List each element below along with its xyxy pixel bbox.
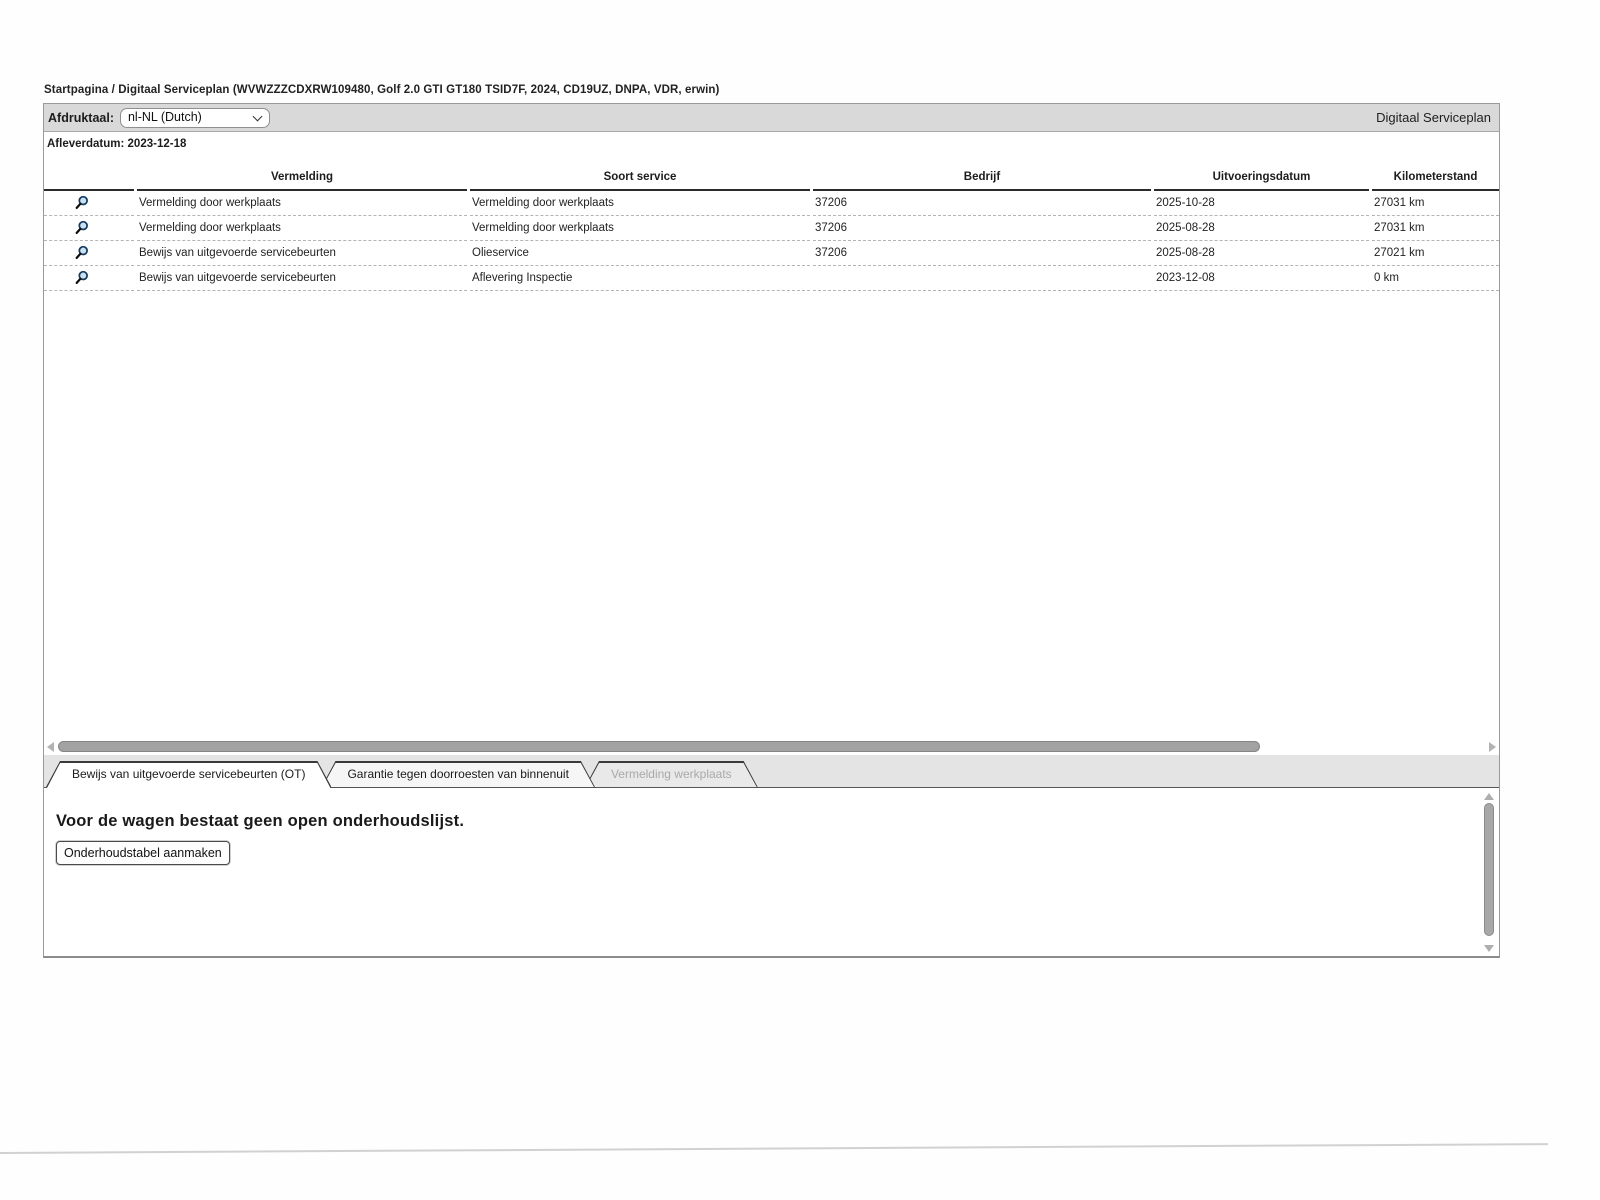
table-row: Vermelding door werkplaats Vermelding do… <box>44 216 1499 241</box>
cell-bedrijf: 37206 <box>813 191 1151 216</box>
tab[interactable]: Vermelding werkplaats <box>585 761 758 787</box>
table-row: Bewijs van uitgevoerde servicebeurten Ol… <box>44 241 1499 266</box>
cell-uitvoeringsdatum: 2025-08-28 <box>1154 241 1369 266</box>
table-column-header: Kilometerstand <box>1372 171 1499 191</box>
print-language-select[interactable]: nl-NL (Dutch) <box>119 107 270 128</box>
scan-artifact-line <box>0 1143 1548 1154</box>
table-column-header: Vermelding <box>137 171 467 191</box>
cell-vermelding: Bewijs van uitgevoerde servicebeurten <box>137 241 467 266</box>
table-row: Bewijs van uitgevoerde servicebeurten Af… <box>44 266 1499 291</box>
table-empty-area <box>44 291 1499 738</box>
cell-vermelding: Vermelding door werkplaats <box>137 191 467 216</box>
maintenance-panel: Voor de wagen bestaat geen open onderhou… <box>44 788 1499 956</box>
cell-soort-service: Aflevering Inspectie <box>470 266 810 291</box>
no-open-maintenance-message: Voor de wagen bestaat geen open onderhou… <box>56 812 465 830</box>
vertical-scrollbar-thumb[interactable] <box>1484 803 1494 937</box>
magnifier-icon[interactable] <box>74 270 89 286</box>
tab-strip: Bewijs van uitgevoerde servicebeurten (O… <box>44 755 1499 788</box>
scroll-right-icon[interactable] <box>1489 741 1496 752</box>
tab-label: Vermelding werkplaats <box>610 767 732 781</box>
vertical-scrollbar-track[interactable] <box>1482 803 1496 942</box>
cell-kilometerstand: 27031 km <box>1372 191 1499 216</box>
tab-label: Garantie tegen doorroesten van binnenuit <box>347 767 569 781</box>
tab[interactable]: Bewijs van uitgevoerde servicebeurten (O… <box>46 761 331 787</box>
horizontal-scrollbar-thumb[interactable] <box>58 741 1261 752</box>
magnifier-icon[interactable] <box>74 220 89 236</box>
scroll-down-icon[interactable] <box>1484 945 1494 952</box>
delivery-date: Afleverdatum: 2023-12-18 <box>44 132 1499 155</box>
cell-kilometerstand: 0 km <box>1372 266 1499 291</box>
cell-uitvoeringsdatum: 2025-08-28 <box>1154 216 1369 241</box>
cell-bedrijf: 37206 <box>813 216 1151 241</box>
breadcrumb[interactable]: Startpagina / Digitaal Serviceplan (WVWZ… <box>44 84 719 96</box>
cell-bedrijf: 37206 <box>813 241 1151 266</box>
cell-uitvoeringsdatum: 2025-10-28 <box>1154 191 1369 216</box>
service-table: Vermelding door werkplaats Vermelding do… <box>44 191 1499 291</box>
cell-soort-service: Vermelding door werkplaats <box>470 216 810 241</box>
serviceplan-window: Afdruktaal: nl-NL (Dutch) Digitaal Servi… <box>43 103 1500 958</box>
table-column-header: Uitvoeringsdatum <box>1154 171 1369 191</box>
cell-vermelding: Bewijs van uitgevoerde servicebeurten <box>137 266 467 291</box>
vertical-scrollbar[interactable] <box>1482 793 1496 952</box>
delivery-date-value: 2023-12-18 <box>127 137 187 150</box>
horizontal-scrollbar-track[interactable] <box>56 741 1487 752</box>
magnifier-icon[interactable] <box>74 245 89 261</box>
horizontal-scrollbar[interactable] <box>44 738 1499 755</box>
table-column-header: Soort service <box>470 171 810 191</box>
cell-bedrijf <box>813 266 1151 291</box>
cell-soort-service: Olieservice <box>470 241 810 266</box>
table-header: Vermelding Soort service Bedrijf Uitvoer… <box>44 155 1499 191</box>
create-maintenance-table-button[interactable]: Onderhoudstabel aanmaken <box>56 841 230 865</box>
scroll-left-icon[interactable] <box>47 741 54 752</box>
table-header-icon-col <box>44 183 134 191</box>
delivery-date-label: Afleverdatum: <box>47 137 125 150</box>
scroll-up-icon[interactable] <box>1484 793 1494 800</box>
tab-label: Bewijs van uitgevoerde servicebeurten (O… <box>72 767 306 781</box>
magnifier-icon[interactable] <box>74 195 89 211</box>
tab[interactable]: Garantie tegen doorroesten van binnenuit <box>321 761 595 787</box>
cell-uitvoeringsdatum: 2023-12-08 <box>1154 266 1369 291</box>
page-title: Digitaal Serviceplan <box>1376 110 1491 125</box>
print-language-label: Afdruktaal: <box>48 110 114 125</box>
cell-vermelding: Vermelding door werkplaats <box>137 216 467 241</box>
table-column-header: Bedrijf <box>813 171 1151 191</box>
table-row: Vermelding door werkplaats Vermelding do… <box>44 191 1499 216</box>
cell-kilometerstand: 27021 km <box>1372 241 1499 266</box>
cell-soort-service: Vermelding door werkplaats <box>470 191 810 216</box>
header-bar: Afdruktaal: nl-NL (Dutch) Digitaal Servi… <box>44 104 1499 132</box>
print-language-select-wrap: nl-NL (Dutch) <box>119 107 270 128</box>
cell-kilometerstand: 27031 km <box>1372 216 1499 241</box>
